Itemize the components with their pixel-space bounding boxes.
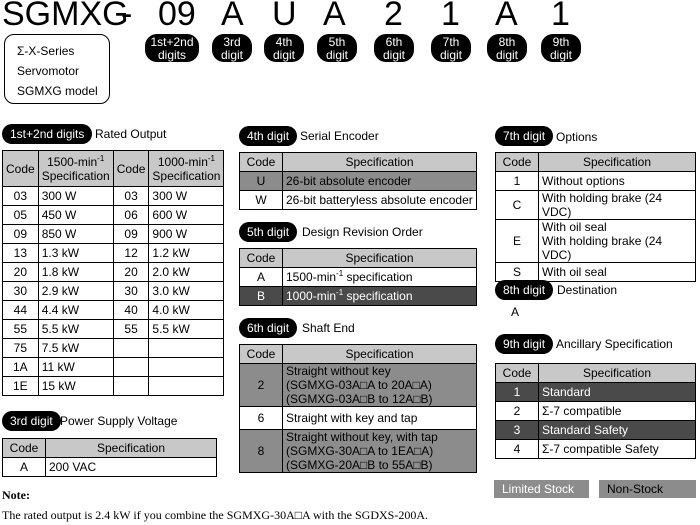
design-revision-table: Code Specification A 1500-min-1 specificat… [239, 248, 477, 306]
digit-pill-7th: 7th digit [431, 34, 471, 62]
table-row: B 1000-min-1 specification [239, 286, 477, 306]
table-row: 09 850 W 09 900 W [2, 224, 225, 244]
digit-pill-4th: 4th digit [264, 34, 304, 62]
table-row: 30 2.9 kW 30 3.0 kW [2, 281, 225, 301]
model-dash: - [121, 0, 133, 33]
power-supply-pill: 3rd digit [2, 411, 61, 431]
ancillary-title: Ancillary Specification [556, 337, 673, 351]
options-pill: 7th digit [495, 126, 554, 146]
serial-encoder-table: Code Specification U 26-bit absolute encod… [239, 152, 477, 210]
destination-pill: 8th digit [495, 280, 554, 300]
digit-pill-5th: 5th digit [317, 34, 357, 62]
model-digit-6: 2 [384, 0, 403, 33]
serial-encoder-title: Serial Encoder [300, 129, 379, 143]
note-text: The rated output is 2.4 kW if you combin… [2, 508, 428, 522]
serial-encoder-pill: 4th digit [239, 126, 298, 146]
digit-pill-9th: 9th digit [541, 34, 581, 62]
model-digit-3: A [221, 0, 244, 33]
table-row: 6 Straight with key and tap [239, 406, 477, 430]
table-row: 03 300 W 03 300 W [2, 186, 225, 206]
table-row: 3 Standard Safety [495, 420, 696, 440]
rated-output-table: Code 1500-min-1 Specification Code 1000-m… [2, 150, 225, 396]
table-row: A 200 VAC [2, 457, 217, 477]
design-revision-pill: 5th digit [239, 222, 298, 242]
shaft-end-table: Code Specification 2 Straight without key(… [239, 344, 477, 473]
digit-pill-6th: 6th digit [374, 34, 414, 62]
model-prefix: SGMXG [2, 0, 129, 33]
model-digit-7: 1 [441, 0, 460, 33]
destination-title: Destination [557, 283, 618, 297]
legend-non-stock: Non-Stock [599, 480, 696, 498]
table-row: 55 5.5 kW 55 5.5 kW [2, 319, 225, 339]
col-spec-1500: 1500-min-1 Specification [37, 150, 114, 187]
digit-pill-8th: 8th digit [487, 34, 527, 62]
col-code-2: Code [112, 150, 150, 187]
table-row: C With holding brake (24 VDC) [495, 190, 696, 220]
table-row: 13 1.3 kW 12 1.2 kW [2, 243, 225, 263]
table-row: U 26-bit absolute encoder [239, 171, 477, 191]
series-model: SGMXG model [17, 84, 98, 98]
table-row: 2 Σ-7 compatible [495, 401, 696, 421]
table-row: 8 Straight without key, with tap (SGMXG-30… [239, 429, 477, 473]
table-row: 1E 15 kW [2, 376, 225, 396]
table-row: 1A 11 kW [2, 357, 225, 377]
destination-value: A [511, 305, 520, 319]
ancillary-pill: 9th digit [495, 334, 554, 354]
table-row: S With oil seal [495, 262, 696, 282]
table-row: W 26-bit batteryless absolute encoder [239, 190, 477, 210]
col-code: Code [2, 150, 39, 187]
table-row: A 1500-min-1 specification [239, 267, 477, 287]
power-supply-table: Code Specification A 200 VAC [2, 438, 217, 477]
table-row: 20 1.8 kW 20 2.0 kW [2, 262, 225, 282]
ancillary-table: Code Specification 1 Standard 2 Σ-7 compati… [495, 363, 696, 459]
series-type: Servomotor [17, 64, 80, 78]
digit-pill-1st2nd: 1st+2nd digits [145, 34, 199, 62]
table-row: 2 Straight without key (SGMXG-03A□A to 20A… [239, 363, 477, 407]
col-spec-1000: 1000-min-1 Specification [148, 150, 225, 187]
options-title: Options [556, 130, 598, 144]
model-digit-9: 1 [551, 0, 570, 33]
model-digit-8: A [495, 0, 518, 33]
model-digit-5: A [323, 0, 346, 33]
options-table: Code Specification 1 Without options C With… [495, 152, 696, 282]
model-digit-12: 09 [158, 0, 196, 33]
table-row: 4 Σ-7 compatible Safety [495, 439, 696, 459]
shaft-end-pill: 6th digit [239, 318, 298, 338]
digit-pill-3rd: 3rd digit [212, 34, 252, 62]
shaft-end-title: Shaft End [302, 321, 355, 335]
note-heading: Note: [2, 488, 30, 502]
power-supply-title: Power Supply Voltage [60, 414, 178, 428]
series-box: Σ-X-Series Servomotor SGMXG model [4, 34, 110, 104]
table-row: 05 450 W 06 600 W [2, 205, 225, 225]
table-row: 1 Standard [495, 382, 696, 402]
design-revision-title: Design Revision Order [302, 225, 423, 239]
model-digit-4: U [272, 0, 297, 33]
legend-limited-stock: Limited Stock [494, 480, 589, 498]
rated-output-title: Rated Output [95, 127, 167, 141]
table-row: 1 Without options [495, 171, 696, 191]
rated-output-pill: 1st+2nd digits [2, 124, 93, 144]
series-name: Σ-X-Series [17, 44, 75, 58]
table-row: 75 7.5 kW [2, 338, 225, 358]
table-row: E With oil seal With holding brake (24 VDC… [495, 219, 696, 263]
table-row: 44 4.4 kW 40 4.0 kW [2, 300, 225, 320]
